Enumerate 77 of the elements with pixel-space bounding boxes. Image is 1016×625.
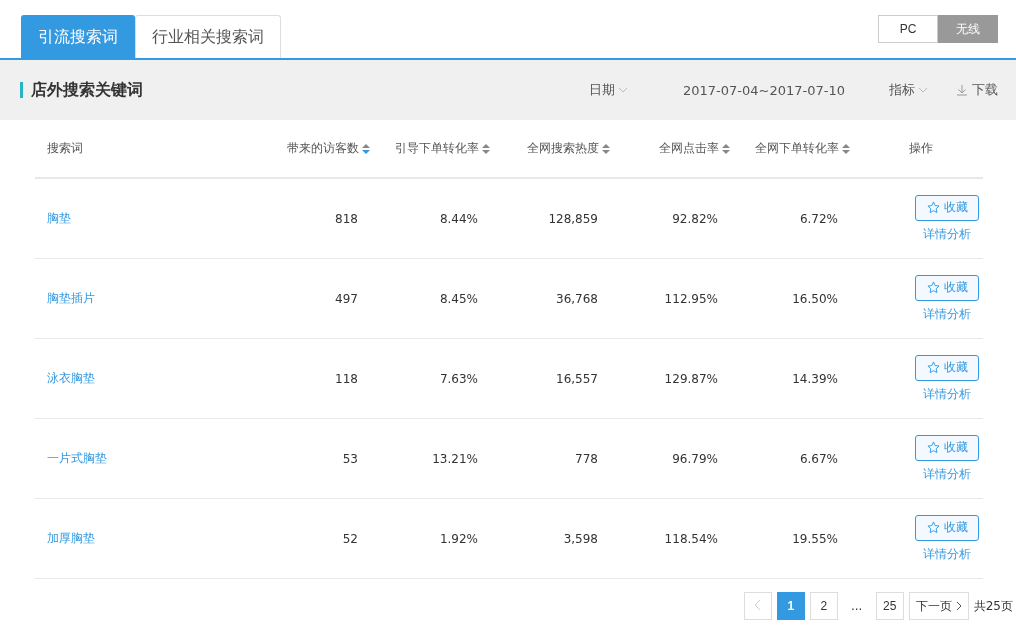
chevron-down-icon — [618, 87, 628, 93]
column-header: 全网下单转化率 — [755, 140, 839, 157]
page-button[interactable]: 25 — [875, 592, 904, 620]
favorite-button[interactable]: 收藏 — [915, 514, 979, 541]
pagination-ellipsis: ... — [850, 599, 864, 613]
table-cell: 13.21% — [432, 451, 478, 466]
table-cell: 778 — [575, 451, 598, 466]
detail-link[interactable]: 详情分析 — [915, 305, 979, 323]
date-range: 2017-07-04~2017-07-10 — [683, 82, 845, 98]
table-cell: 128,859 — [548, 211, 598, 226]
table-cell: 53 — [342, 451, 358, 466]
keyword-link[interactable]: 胸垫 — [47, 211, 71, 225]
detail-link[interactable]: 详情分析 — [915, 545, 979, 563]
device-toggle[interactable]: PC — [878, 15, 938, 43]
star-icon — [926, 281, 940, 294]
keyword-link[interactable]: 加厚胸垫 — [47, 531, 95, 545]
download-link[interactable]: 下载 — [956, 81, 998, 99]
metric-dropdown[interactable]: 指标 — [889, 81, 928, 99]
table-cell: 8.45% — [439, 291, 478, 306]
table-cell: 6.67% — [799, 451, 838, 466]
table-cell: 818 — [335, 211, 358, 226]
table-cell: 6.72% — [799, 211, 838, 226]
table-cell: 52 — [342, 531, 358, 546]
table-cell: 8.44% — [439, 211, 478, 226]
keyword-link[interactable]: 泳衣胸垫 — [47, 371, 95, 385]
star-icon — [926, 361, 940, 374]
chevron-left-icon — [754, 598, 762, 611]
tab[interactable]: 行业相关搜索词 — [135, 15, 281, 58]
sort-icon[interactable] — [482, 143, 490, 154]
table-cell: 118 — [335, 371, 358, 386]
column-header: 引导下单转化率 — [395, 140, 479, 157]
column-header: 全网点击率 — [659, 140, 719, 157]
sort-icon[interactable] — [842, 143, 850, 154]
chevron-right-icon — [955, 601, 962, 611]
page-button[interactable]: 1 — [776, 592, 805, 620]
star-icon — [926, 201, 940, 214]
keyword-link[interactable]: 胸垫插片 — [47, 291, 95, 305]
table-cell: 7.63% — [439, 371, 478, 386]
device-toggle[interactable]: 无线 — [938, 15, 998, 43]
favorite-button[interactable]: 收藏 — [915, 354, 979, 381]
page-button[interactable]: 2 — [809, 592, 838, 620]
favorite-button[interactable]: 收藏 — [915, 434, 979, 461]
star-icon — [926, 441, 940, 454]
tab[interactable]: 引流搜索词 — [21, 15, 135, 58]
sort-icon[interactable] — [362, 143, 370, 154]
table-cell: 16,557 — [556, 371, 598, 386]
chevron-down-icon — [918, 87, 928, 93]
sort-icon[interactable] — [722, 143, 730, 154]
column-header: 操作 — [908, 140, 933, 157]
table-cell: 129.87% — [664, 371, 718, 386]
table-cell: 118.54% — [664, 531, 718, 546]
table-cell: 14.39% — [792, 371, 838, 386]
keyword-link[interactable]: 一片式胸垫 — [47, 451, 107, 465]
table-cell: 16.50% — [792, 291, 838, 306]
column-header: 带来的访客数 — [287, 140, 359, 157]
table-cell: 112.95% — [664, 291, 718, 306]
table-cell: 1.92% — [439, 531, 478, 546]
favorite-button[interactable]: 收藏 — [915, 194, 979, 221]
table-cell: 96.79% — [672, 451, 718, 466]
next-page-button[interactable]: 下一页 — [908, 592, 969, 620]
table-cell: 36,768 — [556, 291, 598, 306]
detail-link[interactable]: 详情分析 — [915, 385, 979, 403]
table-cell: 92.82% — [672, 211, 718, 226]
date-dropdown[interactable]: 日期 — [589, 81, 628, 99]
panel-title: 店外搜索关键词 — [20, 82, 589, 98]
column-header: 全网搜索热度 — [527, 140, 599, 157]
page-total: 共25页 — [973, 597, 1013, 615]
sort-icon[interactable] — [602, 143, 610, 154]
favorite-button[interactable]: 收藏 — [915, 274, 979, 301]
table-cell: 19.55% — [792, 531, 838, 546]
column-header: 搜索词 — [47, 140, 83, 157]
table-cell: 3,598 — [563, 531, 598, 546]
detail-link[interactable]: 详情分析 — [915, 225, 979, 243]
table-cell: 497 — [335, 291, 358, 306]
download-icon — [956, 84, 968, 96]
detail-link[interactable]: 详情分析 — [915, 465, 979, 483]
star-icon — [926, 521, 940, 534]
